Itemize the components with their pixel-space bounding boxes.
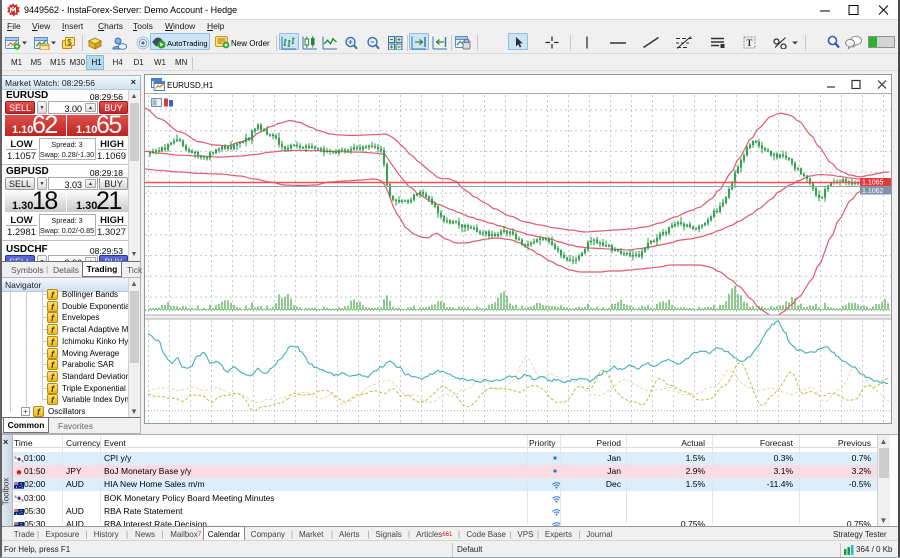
svg-text:T: T [746, 38, 752, 48]
svg-text:1.1065: 1.1065 [862, 180, 884, 187]
svg-text:1.1062: 1.1062 [862, 188, 884, 195]
svg-text:$: $ [67, 38, 72, 47]
